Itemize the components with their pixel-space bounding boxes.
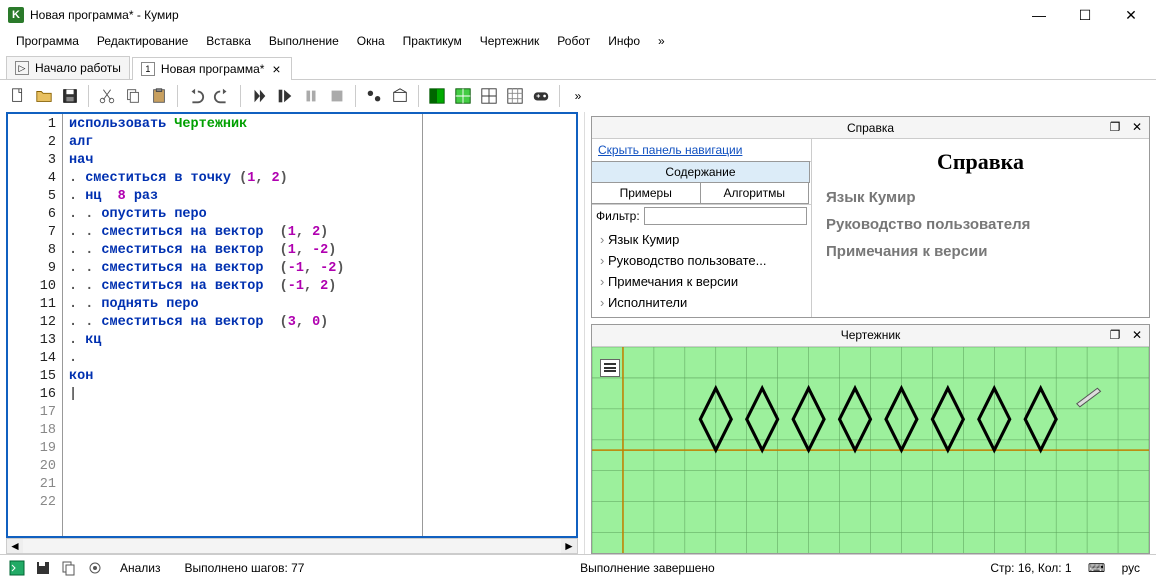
status-save-icon[interactable] <box>34 559 52 577</box>
code-editor[interactable]: использовать Чертежникалгнач. сместиться… <box>63 114 576 536</box>
status-lang[interactable]: рус <box>1114 561 1148 575</box>
copy-icon[interactable] <box>121 84 145 108</box>
undo-icon[interactable] <box>184 84 208 108</box>
menu-Инфо[interactable]: Инфо <box>600 32 648 50</box>
help-panel-title: Справка <box>847 121 894 135</box>
drawer-panel: Чертежник ❐ ✕ <box>591 324 1150 554</box>
run-icon[interactable] <box>247 84 271 108</box>
tab-badge-icon: ▷ <box>15 61 29 75</box>
panel-close-icon[interactable]: ✕ <box>1129 327 1145 343</box>
cut-icon[interactable] <box>95 84 119 108</box>
help-tab-algos[interactable]: Алгоритмы <box>700 182 810 204</box>
drawer-canvas[interactable] <box>592 347 1149 553</box>
menu-Вставка[interactable]: Вставка <box>198 32 259 50</box>
menu-Робот[interactable]: Робот <box>549 32 598 50</box>
menu-Выполнение[interactable]: Выполнение <box>261 32 347 50</box>
paste-icon[interactable] <box>147 84 171 108</box>
layout-3-icon[interactable] <box>477 84 501 108</box>
status-console-icon[interactable] <box>8 559 26 577</box>
menu-Чертежник[interactable]: Чертежник <box>472 32 548 50</box>
toolbar-overflow-icon[interactable]: » <box>566 84 590 108</box>
menu-Окна[interactable]: Окна <box>349 32 393 50</box>
filter-input[interactable] <box>644 207 807 225</box>
menu-»[interactable]: » <box>650 32 673 50</box>
help-section-link[interactable]: Руководство пользователя <box>826 216 1135 233</box>
save-file-icon[interactable] <box>58 84 82 108</box>
help-panel: Справка ❐ ✕ Скрыть панель навигации Соде… <box>591 116 1150 318</box>
help-tree-item[interactable]: Руководство пользовате... <box>592 250 811 271</box>
redo-icon[interactable] <box>210 84 234 108</box>
tab-Начало работы[interactable]: ▷ Начало работы <box>6 56 130 79</box>
drawer-menu-icon[interactable] <box>600 359 620 377</box>
maximize-button[interactable]: ☐ <box>1062 0 1108 30</box>
horizontal-scrollbar[interactable]: ◄ ► <box>6 538 578 554</box>
menu-Практикум[interactable]: Практикум <box>395 32 470 50</box>
layout-4-icon[interactable] <box>503 84 527 108</box>
tab-label: Начало работы <box>35 61 121 75</box>
status-steps: Выполнено шагов: 77 <box>177 561 313 575</box>
drawer-panel-title: Чертежник <box>841 328 901 342</box>
stop-icon[interactable] <box>325 84 349 108</box>
panel-detach-icon[interactable]: ❐ <box>1107 119 1123 135</box>
menu-Редактирование[interactable]: Редактирование <box>89 32 196 50</box>
close-button[interactable]: ✕ <box>1108 0 1154 30</box>
scroll-right-icon[interactable]: ► <box>561 539 577 553</box>
help-content: Справка Язык Кумир Руководство пользовате… <box>812 139 1149 317</box>
layout-2-icon[interactable] <box>451 84 475 108</box>
help-content-title: Справка <box>826 149 1135 175</box>
panel-close-icon[interactable]: ✕ <box>1129 119 1145 135</box>
help-tree-item[interactable]: Язык Кумир <box>592 229 811 250</box>
status-cursor-pos: Стр: 16, Кол: 1 <box>982 561 1079 575</box>
help-section-link[interactable]: Язык Кумир <box>826 189 1135 206</box>
status-copy-icon[interactable] <box>60 559 78 577</box>
pause-icon[interactable] <box>299 84 323 108</box>
window-title: Новая программа* - Кумир <box>30 8 1016 22</box>
layout-1-icon[interactable] <box>425 84 449 108</box>
panel-detach-icon[interactable]: ❐ <box>1107 327 1123 343</box>
tab-Новая программа*[interactable]: 1 Новая программа* × <box>132 57 292 80</box>
menu-Программа[interactable]: Программа <box>8 32 87 50</box>
status-state: Выполнение завершено <box>572 561 723 575</box>
filter-label: Фильтр: <box>596 209 640 223</box>
new-file-icon[interactable] <box>6 84 30 108</box>
help-tab-contents[interactable]: Содержание <box>592 161 810 183</box>
tab-close-icon[interactable]: × <box>270 62 282 76</box>
line-gutter: 12345678910111213141516171819202122 <box>8 114 63 536</box>
tab-label: Новая программа* <box>161 62 265 76</box>
toolbar: » <box>0 80 1156 112</box>
watch-icon[interactable] <box>388 84 412 108</box>
minimize-button[interactable]: — <box>1016 0 1062 30</box>
editor-pane: 12345678910111213141516171819202122 испо… <box>0 112 585 554</box>
open-file-icon[interactable] <box>32 84 56 108</box>
status-keyboard-icon[interactable]: ⌨ <box>1088 559 1106 577</box>
app-icon: K <box>8 7 24 23</box>
titlebar: K Новая программа* - Кумир — ☐ ✕ <box>0 0 1156 30</box>
help-tree-item[interactable]: Примечания к версии <box>592 271 811 292</box>
scroll-left-icon[interactable]: ◄ <box>7 539 23 553</box>
document-tabs: ▷ Начало работы 1 Новая программа* × <box>0 52 1156 80</box>
help-tree-item[interactable]: Исполнители <box>592 292 811 313</box>
step-icon[interactable] <box>273 84 297 108</box>
help-navigation: Скрыть панель навигации Содержание Приме… <box>592 139 812 317</box>
status-settings-icon[interactable] <box>86 559 104 577</box>
help-section-link[interactable]: Примечания к версии <box>826 243 1135 260</box>
tab-badge-icon: 1 <box>141 62 155 76</box>
status-analysis: Анализ <box>112 561 169 575</box>
statusbar: Анализ Выполнено шагов: 77 Выполнение за… <box>0 554 1156 580</box>
breakpoint-icon[interactable] <box>362 84 386 108</box>
menubar: ПрограммаРедактированиеВставкаВыполнение… <box>0 30 1156 52</box>
help-tab-examples[interactable]: Примеры <box>592 182 701 204</box>
hide-nav-link[interactable]: Скрыть панель навигации <box>592 139 811 161</box>
game-icon[interactable] <box>529 84 553 108</box>
